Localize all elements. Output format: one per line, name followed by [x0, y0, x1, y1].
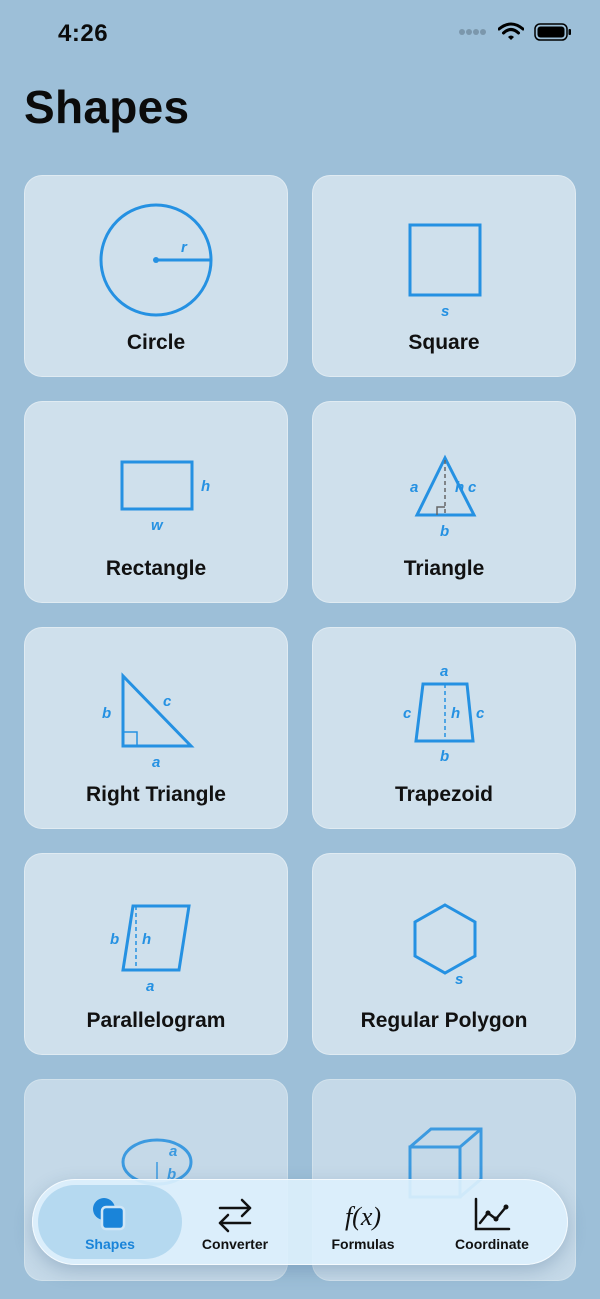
parallelogram-shape-icon: b h a	[110, 904, 191, 995]
shape-var-label: c	[163, 693, 172, 710]
shape-var-label: r	[181, 239, 188, 256]
triangle-shape-icon: a h c b	[410, 454, 477, 540]
shape-card-label: Square	[408, 331, 480, 354]
square-shape-icon: s	[408, 223, 482, 320]
shape-card-label: Regular Polygon	[360, 1009, 528, 1032]
shape-card-parallelogram[interactable]: b h a Parallelogram	[24, 853, 288, 1055]
function-fx-glyph: f(x)	[345, 1202, 381, 1231]
shape-card-label: Trapezoid	[394, 783, 494, 806]
function-fx-icon: f(x)	[345, 1202, 381, 1231]
shape-var-label: c	[403, 705, 412, 722]
tab-bar: Shapes Converter f(x) Formulas Coordinat…	[32, 1179, 568, 1265]
tab-label: Coordinate	[455, 1236, 529, 1252]
shape-var-label: c	[468, 479, 477, 496]
shape-var-label: s	[441, 303, 449, 320]
shape-var-label: h	[201, 478, 210, 495]
shape-var-label: b	[440, 748, 449, 765]
trapezoid-shape-icon: a c h c b	[403, 663, 485, 765]
tab-label: Shapes	[85, 1236, 135, 1252]
shapes-icon	[93, 1198, 126, 1231]
rectangle-shape-icon: h w	[120, 460, 210, 534]
shape-var-label: h	[451, 705, 460, 722]
shape-card-rectangle[interactable]: h w Rectangle	[24, 401, 288, 603]
hexagon-shape-icon: s	[413, 903, 477, 988]
right-triangle-shape-icon: b c a	[102, 672, 195, 771]
circle-shape-icon: r	[99, 203, 213, 317]
tab-converter[interactable]: Converter	[163, 1185, 307, 1259]
converter-arrows-icon	[218, 1198, 252, 1233]
tab-formulas[interactable]: f(x) Formulas	[291, 1185, 435, 1259]
shape-card-circle[interactable]: r Circle	[24, 175, 288, 377]
tab-label: Converter	[201, 1236, 269, 1252]
shape-var-label: c	[476, 705, 485, 722]
shapes-grid: r Circle s Square h w Rectangle a h c b …	[0, 0, 600, 1299]
shape-var-label: b	[102, 705, 111, 722]
shape-var-label: b	[440, 523, 449, 540]
shape-var-label: h	[455, 479, 464, 496]
shape-var-label: h	[142, 931, 151, 948]
chart-line-icon	[474, 1197, 511, 1231]
tab-shapes[interactable]: Shapes	[38, 1185, 182, 1259]
shape-var-label: s	[455, 971, 463, 988]
shape-card-triangle[interactable]: a h c b Triangle	[312, 401, 576, 603]
shape-card-label: Circle	[126, 331, 186, 354]
shape-var-label: a	[146, 978, 154, 995]
shape-var-label: a	[440, 663, 448, 680]
shape-card-label: Parallelogram	[86, 1009, 226, 1032]
shape-card-label: Right Triangle	[85, 783, 226, 806]
shape-var-label: b	[110, 931, 119, 948]
shape-card-square[interactable]: s Square	[312, 175, 576, 377]
shape-card-label: Triangle	[403, 557, 485, 580]
shape-var-label: a	[152, 754, 160, 771]
shape-card-trapezoid[interactable]: a c h c b Trapezoid	[312, 627, 576, 829]
shape-card-label: Rectangle	[105, 557, 207, 580]
shape-card-regular-polygon[interactable]: s Regular Polygon	[312, 853, 576, 1055]
shape-card-right-triangle[interactable]: b c a Right Triangle	[24, 627, 288, 829]
shape-var-label: a	[169, 1143, 177, 1160]
shape-var-label: a	[410, 479, 418, 496]
shape-var-label: w	[151, 517, 164, 534]
tab-coordinate[interactable]: Coordinate	[420, 1185, 564, 1259]
tab-label: Formulas	[331, 1236, 395, 1252]
